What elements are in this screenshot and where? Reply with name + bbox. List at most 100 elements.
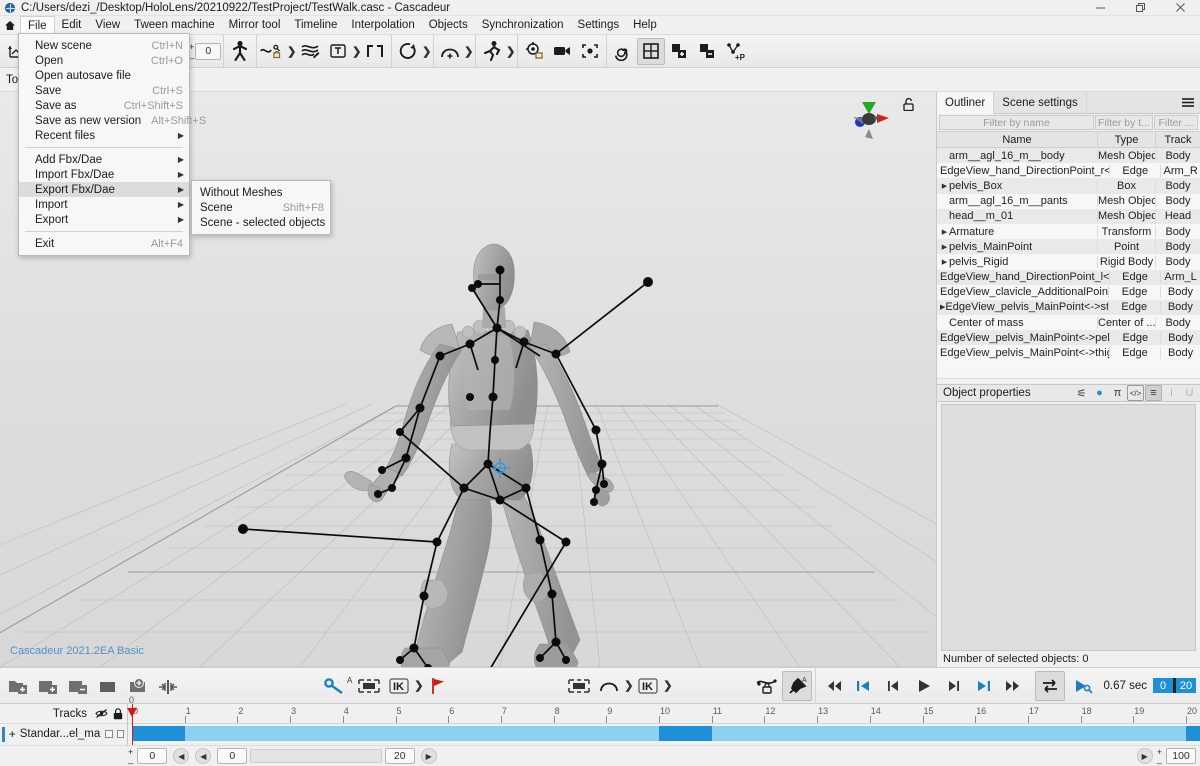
menu-item-exit[interactable]: ExitAlt+F4 (19, 236, 189, 251)
running-figure-icon[interactable] (478, 38, 506, 65)
menu-item-new-scene[interactable]: New sceneCtrl+N (19, 38, 189, 53)
hierarchy-icon[interactable]: ⚟ (1073, 385, 1090, 401)
filter-by-track-input[interactable]: Filter ... (1154, 115, 1198, 130)
expander-icon[interactable]: ▶ (940, 243, 949, 251)
range-start-value[interactable]: 0 (1153, 678, 1173, 693)
table-row[interactable]: EdgeView_hand_DirectionPoint_l<-...EdgeA… (937, 270, 1200, 285)
chevron-right-icon[interactable]: ❯ (352, 38, 361, 65)
lock-icon[interactable] (903, 98, 914, 111)
menu-item-open-autosave-file[interactable]: Open autosave file (19, 68, 189, 83)
home-icon[interactable] (0, 20, 20, 31)
file-menu-dropdown[interactable]: New sceneCtrl+NOpenCtrl+OOpen autosave f… (18, 33, 190, 256)
minimize-button[interactable] (1080, 0, 1120, 16)
table-row[interactable]: EdgeView_hand_DirectionPoint_r<-...EdgeA… (937, 163, 1200, 178)
range-end-value[interactable]: 20 (1176, 678, 1196, 693)
menu-interpolation[interactable]: Interpolation (344, 16, 421, 35)
menu-item-save-as-new-version[interactable]: Save as new versionAlt+Shift+S (19, 113, 189, 128)
menu-item-recent-files[interactable]: Recent files▶ (19, 128, 189, 143)
add-layer-icon[interactable] (665, 38, 693, 65)
arc-plus-icon[interactable] (436, 38, 464, 65)
table-row[interactable]: ▶pelvis_MainPointPointBody (937, 239, 1200, 254)
nav-prev-2-button[interactable]: ◀ (195, 748, 211, 764)
expander-icon[interactable]: ▶ (940, 258, 949, 266)
timeline-ruler[interactable]: 01234567891011121314151617181920 (128, 704, 1200, 724)
outliner-list[interactable]: arm__agl_16_m__bodyMesh ObjectBodyEdgeVi… (937, 148, 1200, 378)
playhead-handle[interactable] (127, 708, 137, 717)
sphere-blue-icon[interactable]: ● (1091, 385, 1108, 401)
menu-item-import-fbx-dae[interactable]: Import Fbx/Dae▶ (19, 167, 189, 182)
lock-icon[interactable] (113, 708, 123, 720)
ik-box-icon-2[interactable]: IK (633, 671, 663, 701)
select-dashed-icon-2[interactable] (564, 671, 594, 701)
code-icon[interactable]: </> (1127, 385, 1144, 401)
loop-toggle-button[interactable] (1035, 671, 1065, 701)
nav-prev-button[interactable]: ◀ (173, 748, 189, 764)
maximize-button[interactable] (1120, 0, 1160, 16)
close-button[interactable] (1160, 0, 1200, 16)
menu-item-save-as[interactable]: Save asCtrl+Shift+S (19, 98, 189, 113)
filter-by-name-input[interactable]: Filter by name (939, 115, 1094, 130)
menu-view[interactable]: View (88, 16, 127, 35)
collapse-keys-icon[interactable] (153, 671, 183, 701)
table-row[interactable]: ▶ArmatureTransformBody (937, 224, 1200, 239)
chevron-right-icon[interactable]: ❯ (414, 672, 423, 699)
table-row[interactable]: head__m_01Mesh ObjectHead (937, 209, 1200, 224)
chevron-right-icon[interactable]: ❯ (506, 38, 515, 65)
chevron-right-icon[interactable]: ❯ (624, 672, 633, 699)
curve-lock-icon[interactable] (752, 671, 782, 701)
viewport-axis-gizmo[interactable] (847, 97, 891, 141)
add-point-icon[interactable]: +P (721, 38, 749, 65)
menu-synchronization[interactable]: Synchronization (475, 16, 571, 35)
table-row[interactable]: Center of massCenter of ...Body (937, 315, 1200, 330)
menu-settings[interactable]: Settings (571, 16, 627, 35)
menu-file[interactable]: File (20, 16, 55, 35)
chevron-right-icon[interactable]: ❯ (663, 672, 672, 699)
menu-objects[interactable]: Objects (422, 16, 475, 35)
add-track-icon[interactable] (33, 671, 63, 701)
key-icon[interactable] (319, 671, 349, 701)
export-submenu[interactable]: Without MeshesSceneShift+F8Scene - selec… (191, 180, 331, 235)
add-keyframe-icon[interactable] (123, 671, 153, 701)
add-track-folder-icon[interactable] (3, 671, 33, 701)
keyframe-block[interactable] (1186, 726, 1200, 741)
menu-item-open[interactable]: OpenCtrl+O (19, 53, 189, 68)
nav-far-next-button[interactable]: ▶ (1137, 748, 1153, 764)
grid-icon[interactable] (637, 38, 665, 65)
table-row[interactable]: ▶pelvis_RigidRigid BodyBody (937, 254, 1200, 269)
text-box-icon[interactable] (324, 38, 352, 65)
keyframe-block[interactable] (659, 726, 712, 741)
red-flag-icon[interactable] (423, 671, 453, 701)
expander-icon[interactable]: ▶ (940, 228, 949, 236)
target-lock-icon[interactable] (520, 38, 548, 65)
submenu-item-without-meshes[interactable]: Without Meshes (192, 185, 330, 200)
ik-box-icon[interactable]: IK (384, 671, 414, 701)
menu-item-save[interactable]: SaveCtrl+S (19, 83, 189, 98)
nav-next-button[interactable]: ▶ (421, 748, 437, 764)
bracket-icon[interactable] (361, 38, 389, 65)
info-icon[interactable]: i (1163, 385, 1180, 401)
keyframe-block[interactable] (132, 726, 185, 741)
menu-item-export[interactable]: Export▶ (19, 212, 189, 227)
hamburger-icon[interactable] (1176, 92, 1200, 114)
motion-trail-icon[interactable] (296, 38, 324, 65)
submenu-item-scene-selected-objects[interactable]: Scene - selected objects (192, 215, 330, 230)
column-header-track[interactable]: Track (1156, 132, 1200, 147)
frame-range-stepper[interactable]: +_ (128, 749, 133, 763)
column-header-name[interactable]: Name (937, 132, 1098, 147)
rewind-button[interactable] (819, 671, 849, 701)
play-range-button[interactable] (1068, 671, 1098, 701)
pi-icon[interactable]: π (1109, 385, 1126, 401)
table-row[interactable]: ▶EdgeView_pelvis_MainPoint<->sto...EdgeB… (937, 300, 1200, 315)
walking-figure-icon[interactable] (226, 38, 254, 65)
view-end-field[interactable]: 20 (385, 748, 415, 764)
circle-arrow-icon[interactable] (394, 38, 422, 65)
expander-icon[interactable]: ▶ (940, 182, 949, 190)
chevron-right-icon[interactable]: ❯ (464, 38, 473, 65)
track-lock-checkbox[interactable] (117, 730, 124, 738)
table-row[interactable]: ▶pelvis_BoxBoxBody (937, 178, 1200, 193)
spiral-icon[interactable] (609, 38, 637, 65)
frame-stepper-value[interactable]: 0 (195, 43, 221, 60)
table-row[interactable]: arm__agl_16_m__bodyMesh ObjectBody (937, 148, 1200, 163)
column-header-type[interactable]: Type (1098, 132, 1156, 147)
table-row[interactable]: EdgeView_clavicle_AdditionalPoint...Edge… (937, 285, 1200, 300)
